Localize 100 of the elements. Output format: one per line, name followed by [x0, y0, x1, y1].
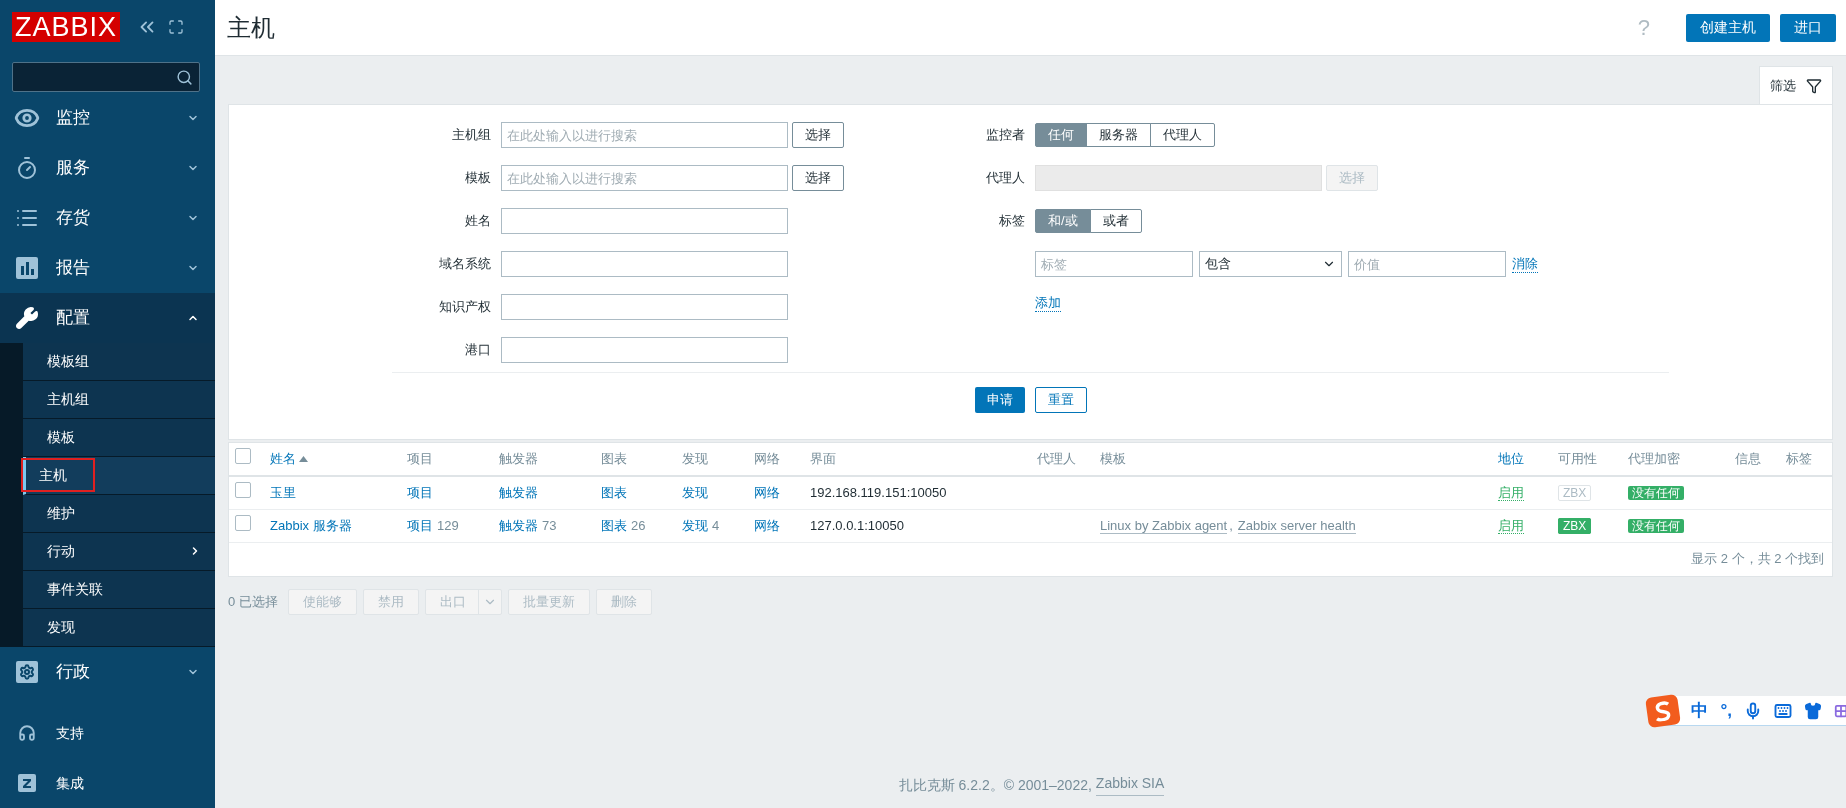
table-link[interactable]: 发现: [682, 515, 708, 536]
menu-item[interactable]: 报告: [0, 242, 215, 293]
submenu-item[interactable]: 主机组: [23, 380, 215, 419]
table-link[interactable]: 触发器: [499, 515, 538, 536]
field-label: 港口: [464, 341, 492, 360]
search-field[interactable]: [12, 62, 200, 92]
table-link[interactable]: 网络: [754, 517, 780, 533]
menu-item[interactable]: 配置: [0, 292, 215, 343]
select-button[interactable]: 选择: [792, 165, 844, 191]
count-text: 26: [631, 516, 646, 535]
submenu-item[interactable]: 模板: [23, 418, 215, 457]
gear-icon: [16, 660, 38, 683]
page-title: 主机: [227, 12, 276, 43]
menu-item[interactable]: 集成: [0, 758, 215, 808]
segment-button[interactable]: 服务器: [1086, 123, 1151, 147]
column-header[interactable]: 姓名: [270, 449, 296, 469]
segment-button[interactable]: 或者: [1089, 209, 1142, 233]
table-link[interactable]: 项目: [407, 483, 433, 503]
count-text: 73: [542, 516, 557, 535]
submenu-item[interactable]: 事件关联: [23, 570, 215, 609]
menu-item[interactable]: 支持: [0, 708, 215, 758]
ime-mode-text[interactable]: 中: [1691, 697, 1709, 724]
table-link[interactable]: 项目: [407, 515, 433, 536]
remove-link[interactable]: 消除: [1512, 255, 1538, 273]
submenu-label: 维护: [46, 504, 76, 524]
submenu-label: 模板: [46, 428, 76, 448]
text-field[interactable]: [501, 208, 788, 234]
column-header: 触发器: [499, 450, 538, 469]
value-field[interactable]: 价值: [1348, 251, 1506, 277]
filter-icon: [1806, 77, 1822, 94]
table-link[interactable]: 图表: [601, 483, 627, 503]
checkbox[interactable]: [235, 448, 251, 465]
menu-item[interactable]: 行政: [0, 646, 215, 697]
template-link[interactable]: Linux by Zabbix agent: [1100, 517, 1228, 534]
operator-dropdown[interactable]: 包含: [1199, 251, 1342, 277]
table-link[interactable]: 网络: [754, 485, 780, 500]
column-header: 标签: [1786, 450, 1812, 469]
column-header: 图表: [601, 450, 627, 469]
submenu-item[interactable]: 行动: [23, 532, 215, 571]
segment-button[interactable]: 任何: [1035, 123, 1087, 147]
submenu-item[interactable]: 维护: [23, 494, 215, 533]
interface-text: 127.0.0.1:10050: [810, 517, 904, 533]
table-link[interactable]: 触发器: [499, 483, 538, 503]
menu-item[interactable]: 监控: [0, 92, 215, 143]
submenu-item[interactable]: 模板组: [23, 342, 215, 381]
status-link[interactable]: 启用: [1498, 517, 1524, 534]
logo[interactable]: ZABBIX: [12, 12, 121, 42]
table-link[interactable]: 图表: [601, 515, 627, 536]
footer-link[interactable]: Zabbix SIA: [1095, 775, 1165, 796]
add-link[interactable]: 添加: [1035, 294, 1061, 312]
text-field[interactable]: 在此处输入以进行搜索: [501, 122, 788, 148]
column-header[interactable]: 地位: [1498, 449, 1524, 469]
submenu-item[interactable]: 发现: [23, 608, 215, 647]
ime-punctuation-text[interactable]: °,: [1720, 697, 1732, 724]
segment-button[interactable]: 和/或: [1035, 209, 1091, 233]
column-header: 项目: [407, 450, 433, 469]
menu-label: 监控: [56, 106, 91, 129]
menu-item[interactable]: 存货: [0, 192, 215, 243]
field-label: 模板: [464, 169, 492, 188]
submenu-item[interactable]: 主机: [23, 456, 215, 495]
menu-item[interactable]: 服务: [0, 142, 215, 193]
checkbox[interactable]: [235, 482, 251, 498]
apply-button[interactable]: 申请: [974, 387, 1025, 413]
template-link[interactable]: Zabbix server health: [1237, 517, 1356, 534]
shirt-icon[interactable]: [1804, 701, 1822, 720]
select-button[interactable]: 选择: [792, 122, 844, 148]
text-field[interactable]: [501, 251, 788, 277]
bar-chart-icon: [16, 256, 38, 279]
segment-button[interactable]: 代理人: [1150, 123, 1215, 147]
host-name-link[interactable]: 玉里: [270, 485, 296, 500]
menu-label: 服务: [56, 156, 91, 179]
filter-tab[interactable]: 筛选: [1759, 66, 1833, 104]
host-name-link[interactable]: Zabbix 服务器: [270, 517, 352, 533]
text-field[interactable]: 在此处输入以进行搜索: [501, 165, 788, 191]
reset-button[interactable]: 重置: [1034, 387, 1087, 413]
status-link[interactable]: 启用: [1498, 485, 1524, 501]
footer-text: 扎比克斯 6.2.2。© 2001–2022,: [898, 776, 1092, 795]
text-field[interactable]: [501, 294, 788, 320]
operator-value: 包含: [1205, 255, 1231, 274]
checkbox[interactable]: [235, 514, 251, 531]
text-field[interactable]: [501, 337, 788, 363]
table-link[interactable]: 发现: [682, 483, 708, 503]
header-button[interactable]: 进口: [1780, 13, 1836, 42]
column-header: 代理加密: [1628, 450, 1680, 469]
column-header: 代理人: [1037, 450, 1076, 469]
expand-icon[interactable]: [168, 19, 185, 35]
tag-field[interactable]: 标签: [1035, 251, 1193, 277]
keyboard-icon[interactable]: [1774, 701, 1792, 720]
z-square-icon: [18, 774, 36, 792]
submenu-label: 主机组: [46, 390, 90, 410]
menu-label: 支持: [56, 723, 84, 743]
microphone-icon[interactable]: [1744, 701, 1762, 720]
menu-label: 配置: [56, 306, 91, 329]
stopwatch-icon: [15, 155, 39, 180]
field-label: 知识产权: [438, 298, 492, 317]
header-button[interactable]: 创建主机: [1686, 13, 1770, 42]
ime-logo-icon[interactable]: [1645, 693, 1682, 728]
encryption-tag: 没有任何: [1628, 486, 1684, 500]
menu-label: 存货: [56, 206, 91, 229]
menu-label: 报告: [56, 256, 91, 279]
